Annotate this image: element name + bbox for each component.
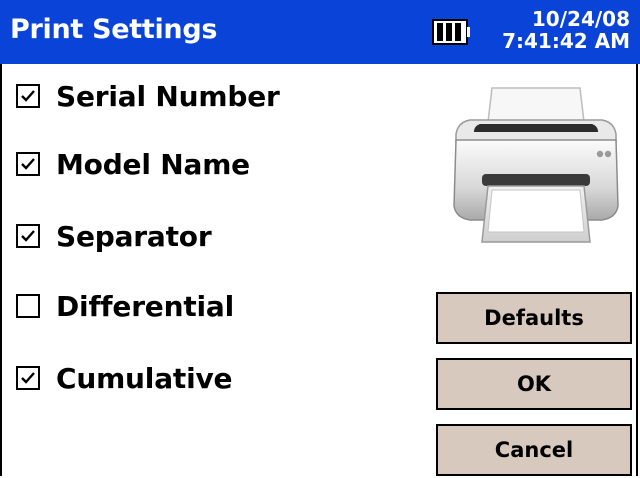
defaults-button[interactable]: Defaults [436, 292, 632, 344]
title-bar: Print Settings 10/24/08 7:41:42 AM [0, 0, 640, 64]
battery-icon [432, 19, 470, 45]
option-label: Separator [56, 219, 212, 253]
option-label: Serial Number [56, 79, 280, 113]
clock-time: 7:41:42 AM [502, 29, 630, 53]
printer-icon [453, 87, 619, 243]
clock-date: 10/24/08 [531, 7, 630, 31]
option-differential[interactable]: Differential [16, 286, 234, 326]
option-label: Cumulative [56, 361, 233, 395]
option-model-name[interactable]: Model Name [16, 144, 250, 184]
check-icon [21, 158, 35, 170]
checkbox[interactable] [16, 152, 40, 176]
cancel-button[interactable]: Cancel [436, 424, 632, 476]
checkbox[interactable] [16, 224, 40, 248]
checkbox[interactable] [16, 366, 40, 390]
clock: 10/24/08 7:41:42 AM [502, 8, 630, 52]
page-title: Print Settings [10, 14, 218, 45]
check-icon [21, 230, 35, 242]
option-cumulative[interactable]: Cumulative [16, 358, 233, 398]
option-serial-number[interactable]: Serial Number [16, 76, 280, 116]
checkbox[interactable] [16, 84, 40, 108]
checkbox[interactable] [16, 294, 40, 318]
check-icon [21, 90, 35, 102]
check-icon [21, 372, 35, 384]
option-label: Model Name [56, 147, 250, 181]
option-separator[interactable]: Separator [16, 216, 212, 256]
ok-button[interactable]: OK [436, 358, 632, 410]
option-label: Differential [56, 289, 235, 323]
